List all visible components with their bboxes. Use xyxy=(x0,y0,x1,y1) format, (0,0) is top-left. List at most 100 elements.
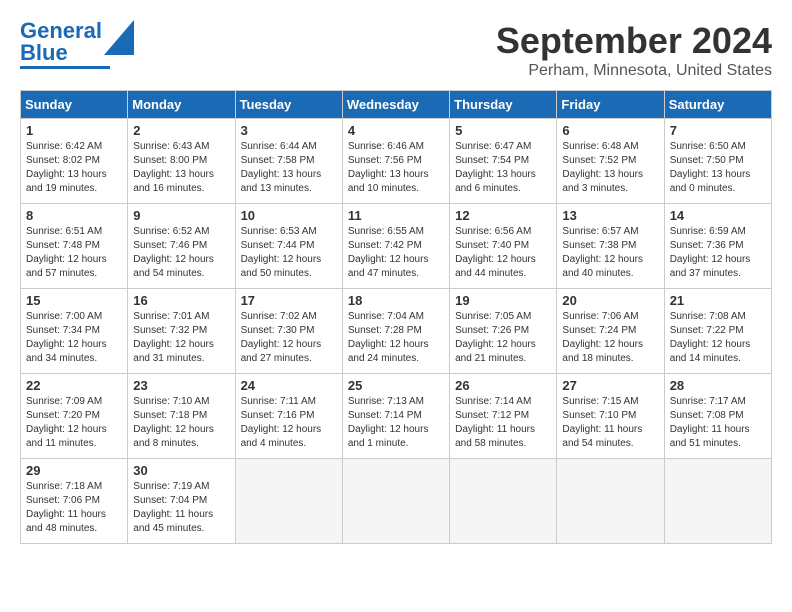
calendar-week-1: 1 Sunrise: 6:42 AMSunset: 8:02 PMDaylight… xyxy=(21,119,772,204)
calendar-cell xyxy=(557,459,664,544)
weekday-header-tuesday: Tuesday xyxy=(235,91,342,119)
calendar-cell: 10 Sunrise: 6:53 AMSunset: 7:44 PMDayligh… xyxy=(235,204,342,289)
calendar-cell: 17 Sunrise: 7:02 AMSunset: 7:30 PMDayligh… xyxy=(235,289,342,374)
calendar-cell: 2Sunrise: 6:43 AMSunset: 8:00 PMDaylight… xyxy=(128,119,235,204)
logo-text: GeneralBlue xyxy=(20,20,102,64)
day-number: 25 xyxy=(348,378,444,393)
day-info: Sunrise: 7:10 AMSunset: 7:18 PMDaylight:… xyxy=(133,395,229,451)
day-info: Sunrise: 7:14 AMSunset: 7:12 PMDaylight:… xyxy=(455,395,551,451)
day-number: 10 xyxy=(241,208,337,223)
calendar-cell: 23 Sunrise: 7:10 AMSunset: 7:18 PMDayligh… xyxy=(128,374,235,459)
day-info: Sunrise: 7:15 AMSunset: 7:10 PMDaylight:… xyxy=(562,395,658,451)
day-number: 18 xyxy=(348,293,444,308)
calendar-cell: 13Sunrise: 6:57 AMSunset: 7:38 PMDayligh… xyxy=(557,204,664,289)
day-info: Sunrise: 6:46 AMSunset: 7:56 PMDaylight:… xyxy=(348,140,444,196)
day-info: Sunrise: 6:47 AMSunset: 7:54 PMDaylight:… xyxy=(455,140,551,196)
day-info: Sunrise: 7:09 AMSunset: 7:20 PMDaylight:… xyxy=(26,395,122,451)
calendar-week-3: 15 Sunrise: 7:00 AMSunset: 7:34 PMDayligh… xyxy=(21,289,772,374)
day-number: 9 xyxy=(133,208,229,223)
day-number: 27 xyxy=(562,378,658,393)
weekday-header-saturday: Saturday xyxy=(664,91,771,119)
day-info: Sunrise: 6:51 AMSunset: 7:48 PMDaylight:… xyxy=(26,225,122,281)
calendar-cell: 28Sunrise: 7:17 AMSunset: 7:08 PMDayligh… xyxy=(664,374,771,459)
calendar-cell: 5 Sunrise: 6:47 AMSunset: 7:54 PMDaylight… xyxy=(450,119,557,204)
day-number: 29 xyxy=(26,463,122,478)
day-info: Sunrise: 6:55 AMSunset: 7:42 PMDaylight:… xyxy=(348,225,444,281)
calendar-cell: 11 Sunrise: 6:55 AMSunset: 7:42 PMDayligh… xyxy=(342,204,449,289)
day-number: 5 xyxy=(455,123,551,138)
calendar-week-4: 22 Sunrise: 7:09 AMSunset: 7:20 PMDayligh… xyxy=(21,374,772,459)
title-area: September 2024 Perham, Minnesota, United… xyxy=(496,20,772,80)
calendar-cell: 25Sunrise: 7:13 AMSunset: 7:14 PMDayligh… xyxy=(342,374,449,459)
day-info: Sunrise: 6:53 AMSunset: 7:44 PMDaylight:… xyxy=(241,225,337,281)
calendar-cell: 19 Sunrise: 7:05 AMSunset: 7:26 PMDayligh… xyxy=(450,289,557,374)
day-number: 19 xyxy=(455,293,551,308)
calendar-week-2: 8 Sunrise: 6:51 AMSunset: 7:48 PMDaylight… xyxy=(21,204,772,289)
calendar-cell: 3 Sunrise: 6:44 AMSunset: 7:58 PMDaylight… xyxy=(235,119,342,204)
calendar-cell: 21Sunrise: 7:08 AMSunset: 7:22 PMDayligh… xyxy=(664,289,771,374)
day-number: 1 xyxy=(26,123,122,138)
calendar-cell: 29Sunrise: 7:18 AMSunset: 7:06 PMDayligh… xyxy=(21,459,128,544)
calendar-cell: 27 Sunrise: 7:15 AMSunset: 7:10 PMDayligh… xyxy=(557,374,664,459)
calendar-cell: 30 Sunrise: 7:19 AMSunset: 7:04 PMDayligh… xyxy=(128,459,235,544)
day-info: Sunrise: 6:59 AMSunset: 7:36 PMDaylight:… xyxy=(670,225,766,281)
calendar-cell: 20 Sunrise: 7:06 AMSunset: 7:24 PMDayligh… xyxy=(557,289,664,374)
calendar-cell: 7 Sunrise: 6:50 AMSunset: 7:50 PMDaylight… xyxy=(664,119,771,204)
day-number: 3 xyxy=(241,123,337,138)
day-number: 22 xyxy=(26,378,122,393)
weekday-header-friday: Friday xyxy=(557,91,664,119)
day-number: 11 xyxy=(348,208,444,223)
day-number: 14 xyxy=(670,208,766,223)
day-info: Sunrise: 7:06 AMSunset: 7:24 PMDaylight:… xyxy=(562,310,658,366)
day-number: 12 xyxy=(455,208,551,223)
day-info: Sunrise: 6:43 AMSunset: 8:00 PMDaylight:… xyxy=(133,140,229,196)
day-info: Sunrise: 7:02 AMSunset: 7:30 PMDaylight:… xyxy=(241,310,337,366)
day-number: 4 xyxy=(348,123,444,138)
calendar-cell: 8 Sunrise: 6:51 AMSunset: 7:48 PMDaylight… xyxy=(21,204,128,289)
calendar-cell: 18 Sunrise: 7:04 AMSunset: 7:28 PMDayligh… xyxy=(342,289,449,374)
calendar-cell: 26 Sunrise: 7:14 AMSunset: 7:12 PMDayligh… xyxy=(450,374,557,459)
day-number: 17 xyxy=(241,293,337,308)
weekday-header-thursday: Thursday xyxy=(450,91,557,119)
day-number: 8 xyxy=(26,208,122,223)
day-number: 16 xyxy=(133,293,229,308)
month-title: September 2024 xyxy=(496,20,772,62)
day-info: Sunrise: 7:00 AMSunset: 7:34 PMDaylight:… xyxy=(26,310,122,366)
day-number: 7 xyxy=(670,123,766,138)
calendar-week-5: 29Sunrise: 7:18 AMSunset: 7:06 PMDayligh… xyxy=(21,459,772,544)
day-info: Sunrise: 6:50 AMSunset: 7:50 PMDaylight:… xyxy=(670,140,766,196)
weekday-header-monday: Monday xyxy=(128,91,235,119)
calendar-cell xyxy=(235,459,342,544)
day-info: Sunrise: 6:42 AMSunset: 8:02 PMDaylight:… xyxy=(26,140,122,196)
day-number: 23 xyxy=(133,378,229,393)
logo: GeneralBlue xyxy=(20,20,134,69)
day-number: 13 xyxy=(562,208,658,223)
calendar-cell: 14 Sunrise: 6:59 AMSunset: 7:36 PMDayligh… xyxy=(664,204,771,289)
weekday-header-wednesday: Wednesday xyxy=(342,91,449,119)
weekday-header-row: SundayMondayTuesdayWednesdayThursdayFrid… xyxy=(21,91,772,119)
day-number: 15 xyxy=(26,293,122,308)
day-info: Sunrise: 7:04 AMSunset: 7:28 PMDaylight:… xyxy=(348,310,444,366)
day-number: 30 xyxy=(133,463,229,478)
calendar-cell: 24Sunrise: 7:11 AMSunset: 7:16 PMDayligh… xyxy=(235,374,342,459)
day-number: 26 xyxy=(455,378,551,393)
day-info: Sunrise: 7:19 AMSunset: 7:04 PMDaylight:… xyxy=(133,480,229,536)
day-info: Sunrise: 6:56 AMSunset: 7:40 PMDaylight:… xyxy=(455,225,551,281)
calendar-cell: 4 Sunrise: 6:46 AMSunset: 7:56 PMDaylight… xyxy=(342,119,449,204)
calendar-cell xyxy=(450,459,557,544)
day-number: 21 xyxy=(670,293,766,308)
day-info: Sunrise: 6:44 AMSunset: 7:58 PMDaylight:… xyxy=(241,140,337,196)
day-info: Sunrise: 7:05 AMSunset: 7:26 PMDaylight:… xyxy=(455,310,551,366)
day-number: 20 xyxy=(562,293,658,308)
day-info: Sunrise: 7:01 AMSunset: 7:32 PMDaylight:… xyxy=(133,310,229,366)
calendar-cell: 22 Sunrise: 7:09 AMSunset: 7:20 PMDayligh… xyxy=(21,374,128,459)
header: GeneralBlue September 2024 Perham, Minne… xyxy=(20,20,772,80)
location-title: Perham, Minnesota, United States xyxy=(496,62,772,80)
calendar-cell: 16 Sunrise: 7:01 AMSunset: 7:32 PMDayligh… xyxy=(128,289,235,374)
day-number: 6 xyxy=(562,123,658,138)
calendar-cell xyxy=(342,459,449,544)
calendar-cell: 1 Sunrise: 6:42 AMSunset: 8:02 PMDaylight… xyxy=(21,119,128,204)
day-info: Sunrise: 6:48 AMSunset: 7:52 PMDaylight:… xyxy=(562,140,658,196)
calendar-cell: 12 Sunrise: 6:56 AMSunset: 7:40 PMDayligh… xyxy=(450,204,557,289)
calendar-cell: 15 Sunrise: 7:00 AMSunset: 7:34 PMDayligh… xyxy=(21,289,128,374)
